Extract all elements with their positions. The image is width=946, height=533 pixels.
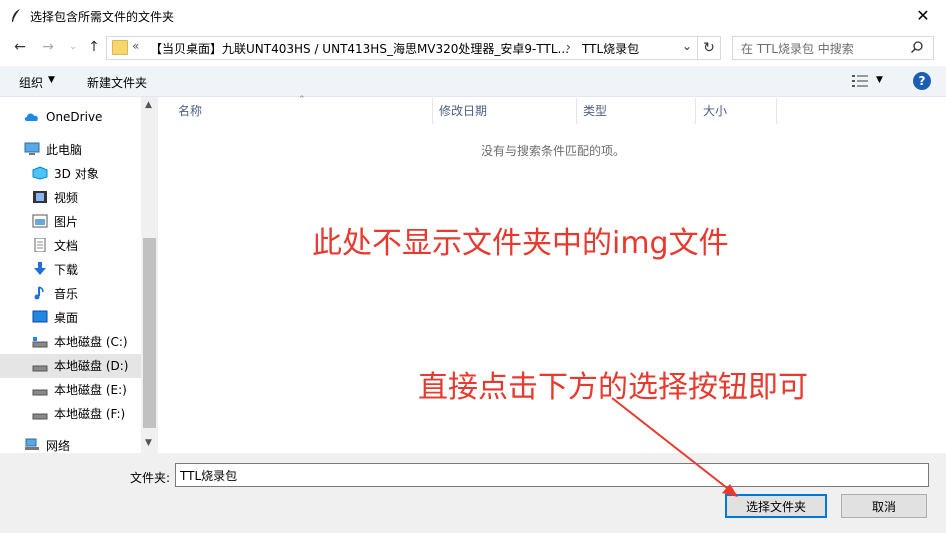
nav-item-documents[interactable]: 文档: [32, 234, 78, 256]
arrow-right-icon: →: [42, 39, 54, 55]
column-header-type[interactable]: 类型: [583, 102, 607, 119]
back-button[interactable]: ←: [9, 36, 31, 58]
column-divider[interactable]: [776, 98, 777, 124]
scroll-down-icon[interactable]: ▼: [145, 438, 152, 448]
nav-item-this-pc[interactable]: 此电脑: [24, 138, 82, 160]
arrow-left-icon: ←: [14, 39, 26, 55]
forward-button[interactable]: →: [37, 36, 59, 58]
folder-name-input[interactable]: [175, 463, 929, 487]
desktop-icon: [32, 310, 48, 323]
chevron-down-icon: ⌄: [682, 39, 693, 53]
breadcrumb-path[interactable]: 【当贝桌面】九联UNT403HS / UNT413HS_海思MV320处理器_安…: [150, 40, 569, 57]
breadcrumb-overflow[interactable]: «: [132, 39, 139, 53]
annotation-click-select: 直接点击下方的选择按钮即可: [418, 370, 808, 405]
video-icon: [33, 191, 47, 203]
nav-item-pictures[interactable]: 图片: [32, 210, 78, 232]
caret-down-icon[interactable]: ▼: [876, 75, 883, 85]
download-icon: [34, 262, 46, 275]
organize-button[interactable]: 组织: [19, 74, 43, 91]
network-icon: [25, 438, 39, 450]
nav-item-onedrive[interactable]: OneDrive: [24, 106, 102, 128]
nav-item-label: 音乐: [54, 286, 79, 301]
column-header-name[interactable]: 名称: [178, 102, 202, 119]
nav-item-downloads[interactable]: 下载: [32, 258, 78, 280]
scroll-up-icon[interactable]: ▲: [145, 100, 152, 110]
nav-item-3d-objects[interactable]: 3D 对象: [32, 162, 99, 184]
search-placeholder: 在 TTL烧录包 中搜索: [741, 42, 854, 56]
chevron-down-icon: ⌄: [69, 42, 77, 52]
drive-icon: [32, 337, 48, 348]
cube-icon: [32, 166, 48, 180]
nav-item-drive-e[interactable]: 本地磁盘 (E:): [32, 378, 127, 400]
nav-item-drive-d[interactable]: 本地磁盘 (D:): [32, 354, 128, 376]
nav-item-label: OneDrive: [46, 110, 103, 124]
column-divider[interactable]: [695, 98, 696, 124]
annotation-no-img-files: 此处不显示文件夹中的img文件: [312, 226, 729, 261]
nav-item-drive-f[interactable]: 本地磁盘 (F:): [32, 402, 125, 424]
nav-item-label: 本地磁盘 (E:): [54, 382, 127, 397]
nav-item-desktop[interactable]: 桌面: [32, 306, 78, 328]
close-icon: ✕: [916, 5, 930, 25]
nav-item-label: 下载: [54, 262, 79, 277]
refresh-icon: ↻: [703, 40, 715, 56]
nav-item-label: 网络: [46, 438, 71, 453]
column-divider[interactable]: [576, 98, 577, 124]
up-button[interactable]: ↑: [83, 36, 105, 58]
breadcrumb-separator[interactable]: ›: [566, 40, 571, 54]
nav-item-drive-c[interactable]: 本地磁盘 (C:): [32, 330, 128, 352]
nav-item-label: 桌面: [54, 310, 79, 325]
empty-list-message: 没有与搜索条件匹配的项。: [481, 144, 626, 158]
drive-icon: [32, 365, 48, 372]
nav-item-label: 3D 对象: [54, 166, 99, 181]
document-icon: [34, 238, 46, 252]
search-icon[interactable]: [910, 40, 924, 54]
select-folder-button[interactable]: 选择文件夹: [725, 494, 827, 518]
nav-item-label: 视频: [54, 190, 79, 205]
refresh-button[interactable]: ↻: [697, 36, 721, 60]
nav-item-label: 本地磁盘 (D:): [54, 358, 129, 373]
window-title: 选择包含所需文件的文件夹: [30, 10, 175, 24]
drive-icon: [32, 413, 48, 420]
cancel-button[interactable]: 取消: [841, 494, 927, 518]
folder-label: 文件夹:: [130, 471, 171, 485]
nav-item-label: 本地磁盘 (F:): [54, 406, 126, 421]
column-header-date[interactable]: 修改日期: [439, 102, 487, 119]
nav-item-label: 此电脑: [46, 142, 83, 157]
folder-icon: [112, 40, 128, 55]
pc-icon: [24, 142, 40, 155]
nav-item-label: 本地磁盘 (C:): [54, 334, 128, 349]
sort-caret-icon: ⌃: [298, 95, 306, 105]
feather-icon: [12, 9, 20, 22]
close-button[interactable]: ✕: [900, 0, 946, 30]
drive-icon: [32, 389, 48, 396]
nav-item-videos[interactable]: 视频: [32, 186, 78, 208]
caret-down-icon: ▼: [48, 75, 55, 85]
column-divider[interactable]: [432, 98, 433, 124]
help-icon[interactable]: ?: [913, 72, 931, 90]
nav-item-label: 图片: [54, 214, 79, 229]
nav-item-music[interactable]: 音乐: [32, 282, 78, 304]
nav-item-label: 文档: [54, 238, 79, 253]
breadcrumb-current[interactable]: TTL烧录包: [582, 40, 639, 57]
recent-locations-button[interactable]: ⌄: [62, 36, 84, 58]
nav-scrollbar-thumb[interactable]: [143, 238, 156, 428]
column-header-size[interactable]: 大小: [703, 102, 727, 119]
address-dropdown-button[interactable]: ⌄: [682, 39, 692, 53]
music-icon: [34, 286, 44, 300]
cloud-icon: [24, 113, 38, 121]
new-folder-button[interactable]: 新建文件夹: [87, 74, 147, 91]
arrow-up-icon: ↑: [88, 39, 100, 55]
view-options-icon[interactable]: [852, 74, 868, 88]
picture-icon: [32, 214, 48, 228]
